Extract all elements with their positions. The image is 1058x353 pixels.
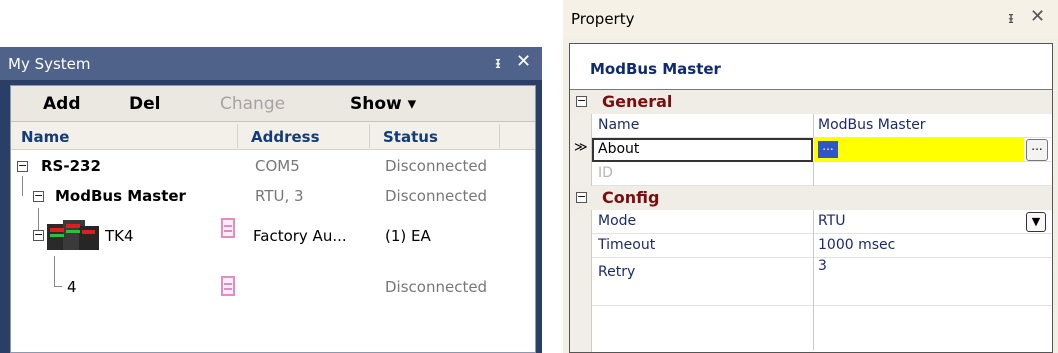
property-value[interactable]: ... — [818, 140, 838, 158]
selected-object-header: ModBus Master — [570, 44, 1052, 90]
column-divider[interactable] — [813, 114, 814, 138]
my-system-title: My System — [8, 55, 91, 73]
browse-button[interactable]: ... — [1026, 139, 1048, 161]
property-key: ID — [598, 165, 613, 181]
temperature-controller-icon — [47, 220, 99, 250]
property-key: Name — [598, 117, 640, 133]
property-row-id[interactable]: ID — [592, 162, 1052, 186]
add-button[interactable]: Add — [43, 94, 81, 114]
chevron-down-icon[interactable]: ▼ — [1026, 212, 1046, 232]
row-status: (1) EA — [385, 227, 431, 245]
column-header-address[interactable]: Address — [251, 128, 320, 146]
selected-object-name: ModBus Master — [590, 60, 721, 78]
row-name: 4 — [67, 278, 77, 296]
property-panel: Property ᵻ ✕ ModBus Master − General Nam… — [563, 0, 1058, 353]
row-status: Disconnected — [385, 157, 488, 175]
pin-icon[interactable]: ᵻ — [1008, 8, 1014, 27]
row-name: ModBus Master — [55, 187, 186, 205]
row-address: COM5 — [255, 157, 300, 175]
column-divider[interactable] — [237, 124, 238, 148]
row-gutter — [570, 90, 592, 352]
my-system-title-bar: My System ᵻ ✕ — [0, 47, 542, 80]
tree-row-4[interactable]: 4 Disconnected — [11, 270, 535, 300]
property-title-bar: Property ᵻ ✕ — [563, 0, 1058, 38]
column-divider[interactable] — [499, 124, 500, 148]
del-button[interactable]: Del — [129, 94, 160, 114]
collapse-icon[interactable]: − — [33, 190, 44, 202]
property-row-retry[interactable]: Retry 3 — [592, 258, 1052, 350]
property-value[interactable]: ModBus Master — [818, 117, 926, 133]
property-value[interactable]: 3 — [818, 258, 827, 274]
property-value[interactable]: 1000 msec — [818, 237, 895, 253]
column-divider[interactable] — [813, 258, 814, 350]
row-name: RS-232 — [41, 157, 101, 175]
property-value[interactable]: RTU — [818, 213, 846, 229]
row-address: Factory Au... — [253, 227, 347, 245]
row-name: TK4 — [105, 227, 134, 245]
tree-row-rs232[interactable]: − RS-232 COM5 Disconnected — [11, 152, 535, 182]
tree-row-modbus-master[interactable]: − ModBus Master RTU, 3 Disconnected — [11, 182, 535, 212]
property-key: Mode — [598, 213, 637, 229]
property-key: About — [598, 141, 640, 157]
property-grid-container: ModBus Master − General Name ModBus Mast… — [569, 43, 1053, 353]
category-config[interactable]: − Config — [570, 186, 1052, 210]
my-system-body: Add Del Change Show ▾ Name Address Statu… — [10, 85, 536, 353]
column-divider[interactable] — [813, 234, 814, 258]
my-system-toolbar: Add Del Change Show ▾ — [11, 86, 535, 122]
property-row-name[interactable]: Name ModBus Master — [592, 114, 1052, 138]
collapse-icon[interactable]: − — [17, 160, 28, 172]
close-icon[interactable]: ✕ — [516, 51, 531, 72]
column-header-name[interactable]: Name — [21, 128, 69, 146]
category-general[interactable]: − General — [570, 90, 1052, 114]
show-menu-button[interactable]: Show ▾ — [350, 94, 416, 114]
property-row-timeout[interactable]: Timeout 1000 msec — [592, 234, 1052, 258]
collapse-icon[interactable]: − — [576, 95, 587, 107]
column-header-row: Name Address Status — [11, 122, 535, 150]
row-address: RTU, 3 — [255, 187, 304, 205]
collapse-icon[interactable]: − — [33, 229, 44, 241]
property-key: Retry — [598, 264, 636, 280]
category-label: General — [602, 92, 673, 111]
column-divider[interactable] — [369, 124, 370, 148]
column-header-status[interactable]: Status — [383, 128, 438, 146]
my-system-panel: My System ᵻ ✕ Add Del Change Show ▾ Name… — [0, 47, 542, 353]
close-icon[interactable]: ✕ — [1030, 6, 1045, 27]
property-title: Property — [571, 10, 635, 28]
row-status: Disconnected — [385, 187, 488, 205]
tree-row-tk4[interactable]: − TK4 Factory Au... (1) EA — [11, 214, 535, 258]
column-divider[interactable] — [813, 162, 814, 186]
category-label: Config — [602, 188, 660, 207]
selected-value-box[interactable] — [814, 138, 1024, 162]
document-icon — [221, 276, 235, 296]
document-icon — [221, 218, 235, 238]
row-status: Disconnected — [385, 278, 488, 296]
property-row-mode[interactable]: Mode RTU ▼ — [592, 210, 1052, 234]
double-chevron-icon: ≫ — [574, 140, 588, 155]
collapse-icon[interactable]: − — [576, 191, 587, 203]
property-row-about[interactable]: About ... ... — [592, 138, 1052, 162]
change-button[interactable]: Change — [220, 94, 285, 114]
property-grid: − General Name ModBus Master ≫ About ...… — [570, 90, 1052, 352]
pin-icon[interactable]: ᵻ — [495, 53, 501, 72]
column-divider[interactable] — [813, 210, 814, 234]
property-key: Timeout — [598, 237, 656, 253]
